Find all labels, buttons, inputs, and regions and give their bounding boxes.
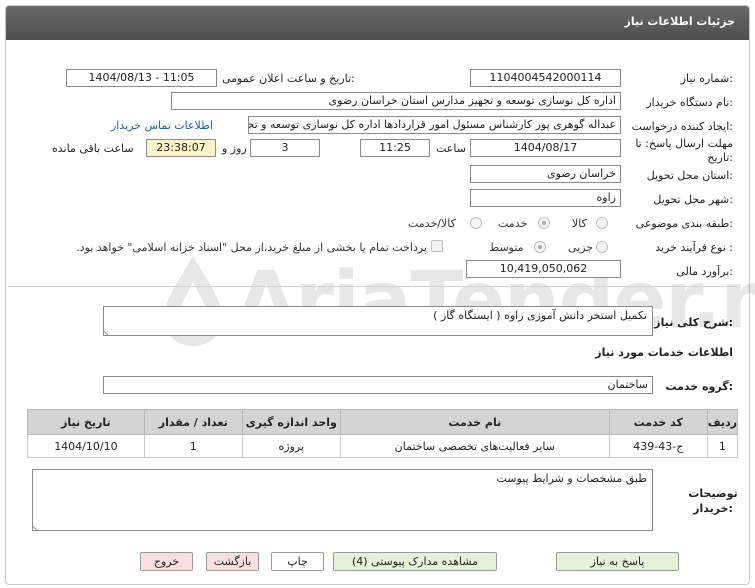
service-group-label: گروه خدمت: <box>665 380 733 393</box>
buyer-notes-label: توضیحات خریدار: <box>685 486 741 516</box>
col-need-date: تاریخ نیاز <box>27 409 145 435</box>
buyer-field: اداره کل نوسازی توسعه و تجهیز مدارس استا… <box>171 92 621 110</box>
need-number-label: شماره نیاز: <box>680 72 733 85</box>
print-button[interactable]: چاپ <box>271 552 324 571</box>
treasury-payment-note: پرداخت تمام یا بخشی از مبلغ خرید،از محل … <box>76 241 427 254</box>
process-medium-radio[interactable] <box>534 241 546 253</box>
creator-label: ایجاد کننده درخواست: <box>631 120 733 133</box>
deadline-time-label: ساعت <box>436 142 466 155</box>
remaining-time-field: 23:38:07 <box>146 139 216 157</box>
process-minor-radio[interactable] <box>596 241 608 253</box>
table-header-row: ردیف کد خدمت نام خدمت واحد اندازه گیری ت… <box>27 409 739 435</box>
category-both-radio[interactable] <box>470 217 482 229</box>
cell-quantity: 1 <box>143 434 243 458</box>
announce-label: تاریخ و ساعت اعلان عمومی: <box>222 72 355 85</box>
buyer-label: نام دستگاه خریدار: <box>646 96 733 109</box>
buyer-contact-link[interactable]: اطلاعات تماس خریدار <box>111 119 213 132</box>
estimate-label: برآورد مالی: <box>676 265 733 278</box>
services-table: ردیف کد خدمت نام خدمت واحد اندازه گیری ت… <box>27 409 739 458</box>
category-goods-label: کالا <box>572 217 587 230</box>
deadline-label: مهلت ارسال پاسخ: تا تاریخ: <box>635 137 733 164</box>
buyer-notes-textarea[interactable]: طبق مشخصات و شرایط پیوست <box>32 469 653 531</box>
need-desc-label: شرح کلی نیاز: <box>654 316 733 329</box>
buyer-notes-label-line2: خریدار: <box>693 502 733 515</box>
service-group-field: ساختمان <box>103 376 653 394</box>
announce-field: 1404/08/13 - 11:05 <box>66 69 217 87</box>
city-field: زاوه <box>470 189 621 207</box>
panel-header: جزئیات اطلاعات نیاز <box>6 6 749 40</box>
estimate-field: 10,419,050,062 <box>466 260 621 278</box>
need-desc-textarea[interactable]: تکمیل استخر دانش آموزی زاوه ( ایستگاه گا… <box>103 306 653 336</box>
reply-button[interactable]: پاسخ به نیاز <box>556 552 679 571</box>
buyer-notes-label-line1: توضیحات <box>688 487 738 500</box>
days-label: روز و <box>222 142 247 155</box>
services-section-title: اطلاعات خدمات مورد نیاز <box>595 346 733 359</box>
category-goods-radio[interactable] <box>596 217 608 229</box>
days-field: 3 <box>250 139 320 157</box>
province-field: خراسان رضوی <box>470 165 621 183</box>
province-label: استان محل تحویل: <box>646 169 733 182</box>
cell-row: 1 <box>706 434 739 458</box>
deadline-date-field: 1404/08/17 <box>470 139 621 157</box>
table-row: 1 ج-43-439 سایر فعالیت‌های تخصصی ساختمان… <box>27 434 739 458</box>
category-service-label: خدمت <box>498 217 528 230</box>
need-number-field: 1104004542000114 <box>470 69 621 87</box>
col-quantity: تعداد / مقدار <box>143 409 243 435</box>
process-label: نوع فرآیند خرید : <box>655 241 733 254</box>
city-label: شهر محل تحویل: <box>653 193 733 206</box>
remaining-label: ساعت باقی مانده <box>52 142 134 155</box>
col-unit: واحد اندازه گیری <box>241 409 341 435</box>
cell-service-name: سایر فعالیت‌های تخصصی ساختمان <box>339 434 610 458</box>
creator-field: عبداله گوهری پور کارشناس مسئول امور قرار… <box>248 116 621 134</box>
col-service-code: کد خدمت <box>608 409 708 435</box>
cell-unit: پروژه <box>241 434 341 458</box>
back-button[interactable]: بازگشت <box>206 552 259 571</box>
category-label: طبقه بندی موضوعی: <box>635 217 733 230</box>
cell-need-date: 1404/10/10 <box>27 434 145 458</box>
exit-button[interactable]: خروج <box>140 552 193 571</box>
panel-title: جزئیات اطلاعات نیاز <box>624 15 736 28</box>
process-medium-label: متوسط <box>489 241 524 254</box>
cell-service-code: ج-43-439 <box>608 434 708 458</box>
category-both-label: کالا/خدمت <box>408 217 456 230</box>
divider <box>8 286 737 287</box>
category-service-radio[interactable] <box>538 217 550 229</box>
view-attachments-button[interactable]: مشاهده مدارک پیوستی (4) <box>333 552 497 571</box>
col-service-name: نام خدمت <box>339 409 610 435</box>
treasury-payment-checkbox[interactable] <box>431 240 443 252</box>
deadline-time-field: 11:25 <box>360 139 430 157</box>
col-row: ردیف <box>706 409 739 435</box>
process-minor-label: جزیی <box>568 241 594 254</box>
